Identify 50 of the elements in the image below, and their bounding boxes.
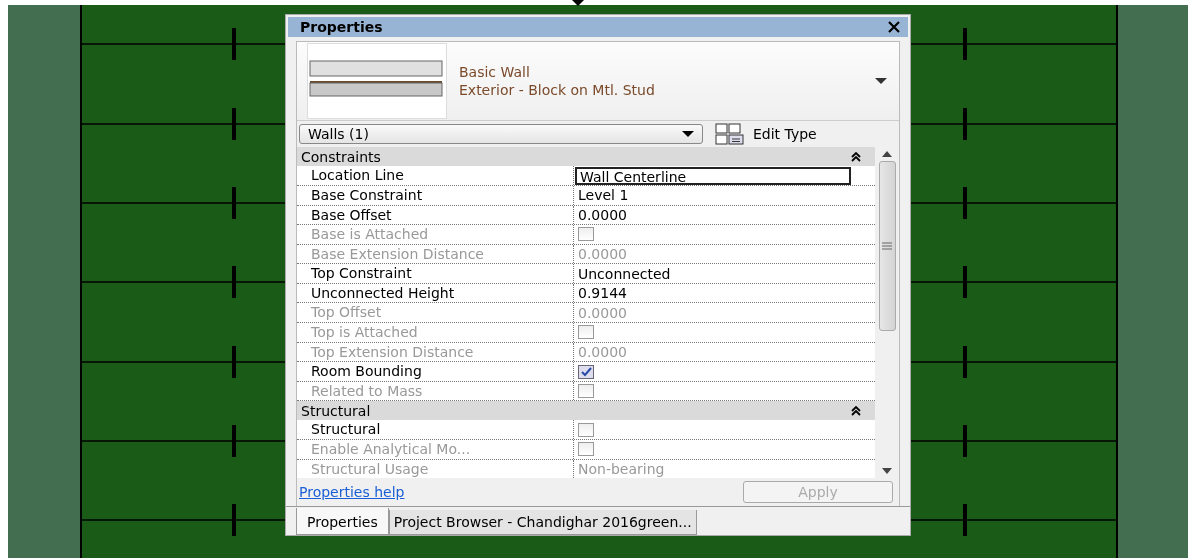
- checkbox[interactable]: [578, 422, 594, 437]
- caret-icon: [682, 131, 694, 138]
- category-dropdown[interactable]: Walls (1): [299, 124, 703, 145]
- property-value: 0.0000: [578, 246, 627, 262]
- type-name: Exterior - Block on Mtl. Stud: [459, 81, 656, 100]
- property-name: Top Offset: [297, 303, 574, 323]
- group-title: Constraints: [301, 148, 381, 165]
- property-name: Location Line: [297, 166, 574, 185]
- checkbox[interactable]: [578, 364, 594, 379]
- property-name: Top Constraint: [297, 264, 574, 283]
- property-name: Base is Attached: [297, 225, 574, 244]
- family-name: Basic Wall: [459, 63, 531, 82]
- property-name: Room Bounding: [297, 362, 574, 381]
- close-icon[interactable]: [888, 21, 900, 34]
- property-value: 0.9144: [578, 285, 627, 302]
- property-name: Base Extension Distance: [297, 244, 574, 264]
- property-value: 0.0000: [578, 206, 627, 223]
- collapse-icon[interactable]: [851, 151, 861, 162]
- edit-type-icon: [715, 123, 745, 146]
- property-value: Level 1: [578, 187, 629, 204]
- type-selector[interactable]: Basic Wall Exterior - Block on Mtl. Stud: [297, 42, 899, 122]
- scroll-down-icon[interactable]: [882, 468, 892, 475]
- scrollbar-thumb[interactable]: [878, 161, 896, 332]
- property-name: Structural Usage: [297, 459, 574, 479]
- property-value: 0.0000: [578, 304, 627, 321]
- wall-preview-icon: [307, 43, 447, 120]
- property-value: Non-bearing: [578, 460, 665, 477]
- group-title: Structural: [301, 402, 371, 419]
- property-name: Structural: [297, 420, 574, 440]
- property-name: Base Constraint: [297, 185, 574, 205]
- property-name: Related to Mass: [297, 381, 574, 401]
- collapse-icon[interactable]: [851, 405, 861, 416]
- value-field[interactable]: Wall Centerline: [575, 166, 851, 185]
- panel-tab[interactable]: Properties: [296, 508, 389, 535]
- property-name: Base Offset: [297, 205, 574, 225]
- property-name: Enable Analytical Mo...: [297, 440, 574, 459]
- group-header[interactable]: Structural: [297, 401, 875, 421]
- property-name: Top Extension Distance: [297, 342, 574, 362]
- property-value: Unconnected: [578, 265, 671, 282]
- scroll-up-icon[interactable]: [882, 151, 892, 158]
- caret-icon: [875, 78, 887, 85]
- property-name: Top is Attached: [297, 323, 574, 342]
- group-header[interactable]: Constraints: [297, 147, 875, 167]
- panel-tab[interactable]: Project Browser - Chandighar 2016green...: [388, 510, 697, 535]
- grip-icon: [882, 242, 892, 251]
- edit-type-button[interactable]: Edit Type: [715, 123, 817, 146]
- properties-help-link[interactable]: Properties help: [299, 484, 405, 501]
- property-value: 0.0000: [578, 343, 627, 360]
- panel-title: Properties: [300, 19, 383, 36]
- property-name: Unconnected Height: [297, 283, 574, 303]
